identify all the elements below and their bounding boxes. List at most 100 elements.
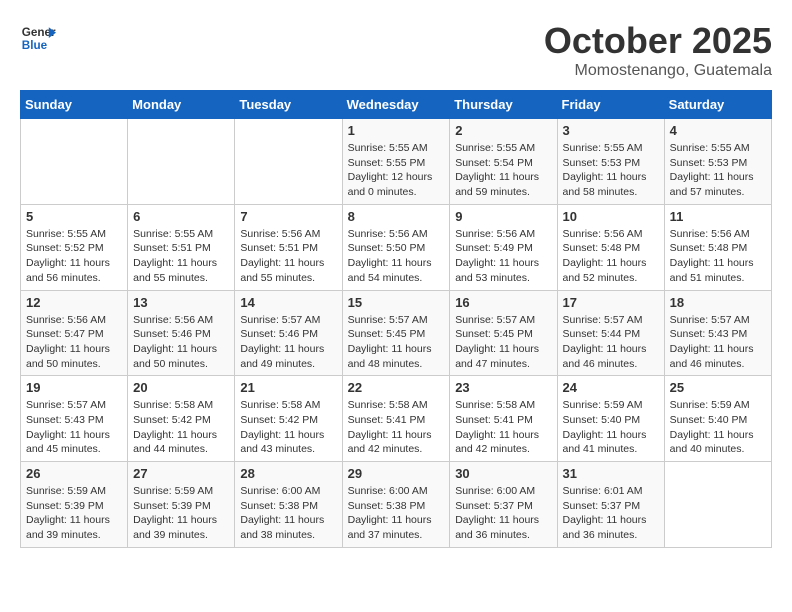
weekday-header: Wednesday — [342, 91, 450, 119]
day-number: 31 — [563, 466, 659, 481]
day-info: Sunrise: 5:56 AMSunset: 5:51 PMDaylight:… — [240, 227, 336, 286]
day-info: Sunrise: 5:56 AMSunset: 5:47 PMDaylight:… — [26, 313, 122, 372]
calendar-cell: 27 Sunrise: 5:59 AMSunset: 5:39 PMDayligh… — [128, 462, 235, 548]
day-info: Sunrise: 5:56 AMSunset: 5:48 PMDaylight:… — [670, 227, 766, 286]
page-header: General Blue October 2025 Momostenango, … — [20, 20, 772, 80]
day-number: 23 — [455, 380, 551, 395]
day-info: Sunrise: 6:00 AMSunset: 5:38 PMDaylight:… — [240, 484, 336, 543]
calendar-cell: 17Sunrise: 5:57 AMSunset: 5:44 PMDayligh… — [557, 290, 664, 376]
day-info: Sunrise: 5:55 AMSunset: 5:54 PMDaylight:… — [455, 141, 551, 200]
day-number: 6 — [133, 209, 229, 224]
day-info: Sunrise: 5:58 AMSunset: 5:41 PMDaylight:… — [348, 398, 445, 457]
calendar-cell: 25 Sunrise: 5:59 AMSunset: 5:40 PMDayligh… — [664, 376, 771, 462]
calendar-cell: 19Sunrise: 5:57 AMSunset: 5:43 PMDayligh… — [21, 376, 128, 462]
calendar-cell: 31 Sunrise: 6:01 AMSunset: 5:37 PMDayligh… — [557, 462, 664, 548]
day-number: 17 — [563, 295, 659, 310]
day-info: Sunrise: 5:58 AMSunset: 5:42 PMDaylight:… — [240, 398, 336, 457]
day-number: 29 — [348, 466, 445, 481]
day-info: Sunrise: 5:57 AMSunset: 5:46 PMDaylight:… — [240, 313, 336, 372]
weekday-header: Monday — [128, 91, 235, 119]
calendar-header: SundayMondayTuesdayWednesdayThursdayFrid… — [21, 91, 772, 119]
calendar-cell: 13 Sunrise: 5:56 AMSunset: 5:46 PMDayligh… — [128, 290, 235, 376]
day-info: Sunrise: 5:58 AMSunset: 5:42 PMDaylight:… — [133, 398, 229, 457]
logo-icon: General Blue — [20, 20, 56, 56]
calendar-cell: 18Sunrise: 5:57 AMSunset: 5:43 PMDayligh… — [664, 290, 771, 376]
day-info: Sunrise: 6:00 AMSunset: 5:38 PMDaylight:… — [348, 484, 445, 543]
day-number: 27 — [133, 466, 229, 481]
day-info: Sunrise: 5:59 AMSunset: 5:40 PMDaylight:… — [563, 398, 659, 457]
calendar-cell: 1Sunrise: 5:55 AMSunset: 5:55 PMDaylight… — [342, 119, 450, 205]
day-number: 12 — [26, 295, 122, 310]
calendar-cell: 21Sunrise: 5:58 AMSunset: 5:42 PMDayligh… — [235, 376, 342, 462]
calendar-cell — [128, 119, 235, 205]
day-number: 8 — [348, 209, 445, 224]
svg-text:Blue: Blue — [22, 39, 48, 52]
day-info: Sunrise: 5:59 AMSunset: 5:39 PMDaylight:… — [133, 484, 229, 543]
day-info: Sunrise: 5:55 AMSunset: 5:52 PMDaylight:… — [26, 227, 122, 286]
day-number: 18 — [670, 295, 766, 310]
day-number: 25 — [670, 380, 766, 395]
month-title: October 2025 — [544, 20, 772, 62]
calendar-cell: 24 Sunrise: 5:59 AMSunset: 5:40 PMDayligh… — [557, 376, 664, 462]
day-number: 14 — [240, 295, 336, 310]
title-block: October 2025 Momostenango, Guatemala — [544, 20, 772, 80]
day-number: 9 — [455, 209, 551, 224]
day-number: 7 — [240, 209, 336, 224]
calendar-cell: 22 Sunrise: 5:58 AMSunset: 5:41 PMDayligh… — [342, 376, 450, 462]
calendar-cell: 30 Sunrise: 6:00 AMSunset: 5:37 PMDayligh… — [450, 462, 557, 548]
calendar-cell — [664, 462, 771, 548]
day-number: 3 — [563, 123, 659, 138]
day-info: Sunrise: 5:59 AMSunset: 5:40 PMDaylight:… — [670, 398, 766, 457]
calendar-cell: 16 Sunrise: 5:57 AMSunset: 5:45 PMDayligh… — [450, 290, 557, 376]
calendar-cell: 26 Sunrise: 5:59 AMSunset: 5:39 PMDayligh… — [21, 462, 128, 548]
calendar-cell — [235, 119, 342, 205]
calendar-cell: 2 Sunrise: 5:55 AMSunset: 5:54 PMDaylight… — [450, 119, 557, 205]
logo: General Blue — [20, 20, 56, 56]
calendar-cell: 14 Sunrise: 5:57 AMSunset: 5:46 PMDayligh… — [235, 290, 342, 376]
day-info: Sunrise: 6:00 AMSunset: 5:37 PMDaylight:… — [455, 484, 551, 543]
day-number: 15 — [348, 295, 445, 310]
calendar-cell — [21, 119, 128, 205]
day-info: Sunrise: 5:59 AMSunset: 5:39 PMDaylight:… — [26, 484, 122, 543]
calendar-cell: 5 Sunrise: 5:55 AMSunset: 5:52 PMDaylight… — [21, 204, 128, 290]
day-info: Sunrise: 5:55 AMSunset: 5:51 PMDaylight:… — [133, 227, 229, 286]
calendar-cell: 9Sunrise: 5:56 AMSunset: 5:49 PMDaylight… — [450, 204, 557, 290]
day-info: Sunrise: 5:56 AMSunset: 5:48 PMDaylight:… — [563, 227, 659, 286]
day-number: 5 — [26, 209, 122, 224]
calendar-cell: 20 Sunrise: 5:58 AMSunset: 5:42 PMDayligh… — [128, 376, 235, 462]
day-number: 2 — [455, 123, 551, 138]
day-number: 13 — [133, 295, 229, 310]
day-number: 28 — [240, 466, 336, 481]
day-info: Sunrise: 5:56 AMSunset: 5:46 PMDaylight:… — [133, 313, 229, 372]
day-number: 4 — [670, 123, 766, 138]
calendar-cell: 23 Sunrise: 5:58 AMSunset: 5:41 PMDayligh… — [450, 376, 557, 462]
day-number: 30 — [455, 466, 551, 481]
day-number: 16 — [455, 295, 551, 310]
calendar-table: SundayMondayTuesdayWednesdayThursdayFrid… — [20, 90, 772, 548]
calendar-cell: 6 Sunrise: 5:55 AMSunset: 5:51 PMDaylight… — [128, 204, 235, 290]
calendar-cell: 7 Sunrise: 5:56 AMSunset: 5:51 PMDaylight… — [235, 204, 342, 290]
calendar-cell: 11 Sunrise: 5:56 AMSunset: 5:48 PMDayligh… — [664, 204, 771, 290]
calendar-cell: 12 Sunrise: 5:56 AMSunset: 5:47 PMDayligh… — [21, 290, 128, 376]
day-number: 24 — [563, 380, 659, 395]
day-info: Sunrise: 5:58 AMSunset: 5:41 PMDaylight:… — [455, 398, 551, 457]
location: Momostenango, Guatemala — [544, 62, 772, 80]
weekday-header: Saturday — [664, 91, 771, 119]
calendar-cell: 4Sunrise: 5:55 AMSunset: 5:53 PMDaylight… — [664, 119, 771, 205]
calendar-cell: 10Sunrise: 5:56 AMSunset: 5:48 PMDayligh… — [557, 204, 664, 290]
day-info: Sunrise: 6:01 AMSunset: 5:37 PMDaylight:… — [563, 484, 659, 543]
day-info: Sunrise: 5:55 AMSunset: 5:55 PMDaylight:… — [348, 141, 445, 200]
day-number: 19 — [26, 380, 122, 395]
day-info: Sunrise: 5:55 AMSunset: 5:53 PMDaylight:… — [563, 141, 659, 200]
calendar-cell: 29 Sunrise: 6:00 AMSunset: 5:38 PMDayligh… — [342, 462, 450, 548]
day-number: 22 — [348, 380, 445, 395]
calendar-cell: 3 Sunrise: 5:55 AMSunset: 5:53 PMDaylight… — [557, 119, 664, 205]
day-number: 20 — [133, 380, 229, 395]
day-info: Sunrise: 5:56 AMSunset: 5:50 PMDaylight:… — [348, 227, 445, 286]
weekday-header: Friday — [557, 91, 664, 119]
day-number: 26 — [26, 466, 122, 481]
weekday-header: Thursday — [450, 91, 557, 119]
calendar-cell: 28 Sunrise: 6:00 AMSunset: 5:38 PMDayligh… — [235, 462, 342, 548]
day-number: 11 — [670, 209, 766, 224]
day-info: Sunrise: 5:57 AMSunset: 5:45 PMDaylight:… — [455, 313, 551, 372]
